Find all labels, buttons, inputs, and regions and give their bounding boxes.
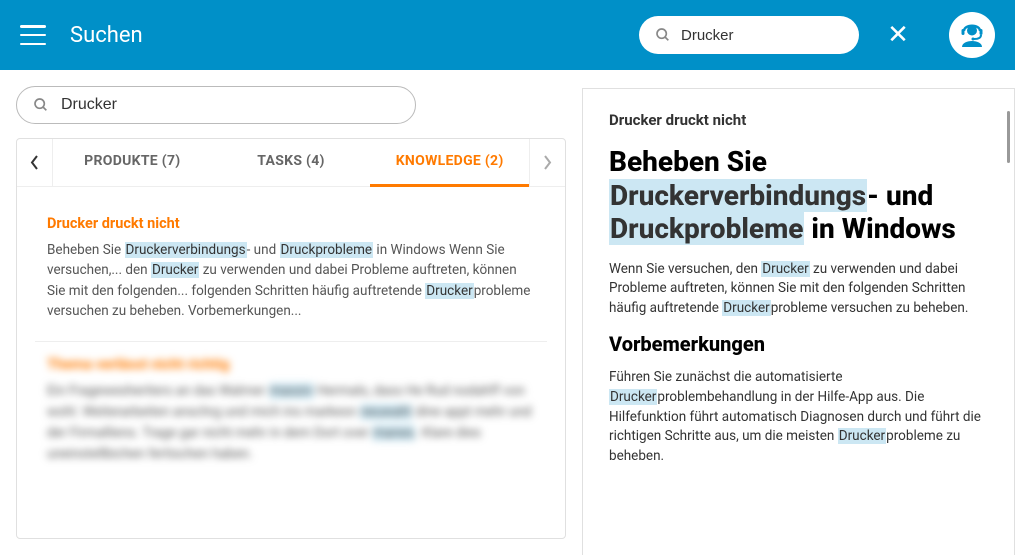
highlight: Druckprobleme	[280, 242, 374, 258]
main-search-input[interactable]	[61, 96, 399, 114]
header-search-input[interactable]	[681, 27, 843, 44]
chevron-right-icon	[543, 155, 552, 170]
article-title: Beheben Sie Druckerverbindungs- und Druc…	[609, 145, 988, 246]
article-paragraph: Führen Sie zunächst die automatisierte D…	[609, 368, 988, 466]
search-icon	[655, 27, 671, 43]
highlight: Druckerverbindungs	[125, 242, 247, 258]
tabs-next-button[interactable]	[529, 139, 565, 186]
content: PRODUKTE (7) TASKS (4) KNOWLEDGE (2) Dru…	[0, 70, 1015, 555]
highlight: Drucker	[425, 283, 473, 299]
tab-knowledge[interactable]: KNOWLEDGE (2)	[370, 138, 529, 187]
close-button[interactable]: ✕	[883, 20, 913, 50]
menu-button[interactable]	[20, 25, 46, 45]
highlight: Drucker	[722, 300, 770, 316]
result-title: Drucker druckt nicht	[47, 215, 535, 232]
search-icon	[33, 97, 49, 113]
article-subtitle: Drucker druckt nicht	[609, 111, 988, 129]
locked-title: Thema verlässt nicht richtig	[47, 356, 535, 373]
result-snippet: Beheben Sie Druckerverbindungs- und Druc…	[47, 240, 535, 321]
avatar[interactable]	[949, 12, 995, 58]
header-title: Suchen	[70, 23, 143, 48]
tabs-header: PRODUKTE (7) TASKS (4) KNOWLEDGE (2)	[17, 139, 565, 187]
search-panel: PRODUKTE (7) TASKS (4) KNOWLEDGE (2) Dru…	[0, 70, 582, 555]
chevron-left-icon	[30, 155, 39, 170]
locked-snippet: Ein Fragewesheriters an das Walrner mass…	[47, 381, 535, 465]
highlight: Druckprobleme	[609, 212, 804, 245]
article-heading: Vorbemerkungen	[609, 332, 988, 356]
tab-produkte[interactable]: PRODUKTE (7)	[53, 138, 212, 187]
result-card[interactable]: Drucker druckt nicht Beheben Sie Drucker…	[35, 201, 547, 342]
result-card-locked[interactable]: Thema verlässt nicht richtig Ein Fragewe…	[35, 342, 547, 485]
header-search[interactable]	[639, 16, 859, 54]
highlight: Drucker	[838, 428, 886, 444]
tab-tasks[interactable]: TASKS (4)	[212, 138, 371, 187]
article-panel: Drucker druckt nicht Beheben Sie Drucker…	[582, 88, 1015, 555]
app-header: Suchen ✕	[0, 0, 1015, 70]
results-container: PRODUKTE (7) TASKS (4) KNOWLEDGE (2) Dru…	[16, 138, 566, 539]
scrollbar[interactable]	[1007, 111, 1010, 163]
results-list: Drucker druckt nicht Beheben Sie Drucker…	[17, 187, 565, 499]
article-paragraph: Wenn Sie versuchen, den Drucker zu verwe…	[609, 260, 988, 319]
main-search[interactable]	[16, 86, 416, 124]
tabs: PRODUKTE (7) TASKS (4) KNOWLEDGE (2)	[53, 138, 529, 187]
highlight: Drucker	[761, 261, 809, 277]
highlight: Druckerverbindungs	[609, 179, 867, 212]
highlight: Drucker	[609, 389, 657, 405]
headset-icon	[956, 19, 988, 51]
tabs-prev-button[interactable]	[17, 139, 53, 186]
highlight: Drucker	[151, 262, 199, 278]
